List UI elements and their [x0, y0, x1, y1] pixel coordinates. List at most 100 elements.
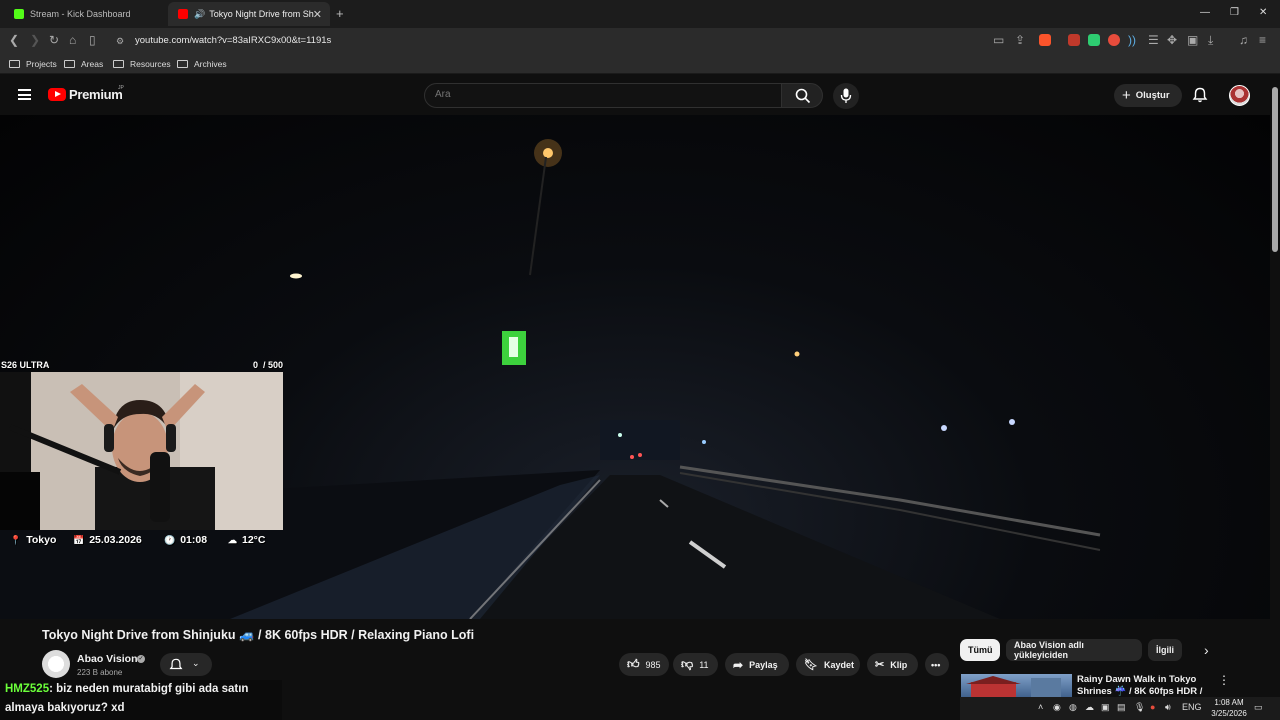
- taskbar-clock[interactable]: 1:08 AM 3/25/2026: [1204, 697, 1254, 719]
- discord-icon[interactable]: ◍: [1069, 702, 1077, 713]
- youtube-icon: [178, 9, 188, 19]
- notifications-bell-icon[interactable]: [1192, 87, 1208, 103]
- calendar-icon: 📅: [73, 534, 85, 545]
- download-icon[interactable]: ⤓: [1208, 33, 1213, 48]
- subscriber-count: 223 B abone: [77, 668, 123, 677]
- recording-icon[interactable]: ●: [1150, 702, 1155, 712]
- tab-title: Tokyo Night Drive from Shinj: [209, 9, 315, 19]
- bookmark-resources[interactable]: Resources: [113, 59, 171, 69]
- capture-icon[interactable]: ▣: [1101, 702, 1110, 713]
- media-icon[interactable]: ♫: [1239, 33, 1248, 47]
- recommended-video-thumbnail[interactable]: [961, 674, 1072, 698]
- more-actions-button[interactable]: •••: [925, 653, 949, 676]
- home-icon[interactable]: ⌂: [69, 33, 76, 47]
- chat-overlay: HMZ525: biz neden muratabigf gibi ada sa…: [0, 680, 282, 720]
- close-tab-icon[interactable]: ✕: [313, 8, 322, 21]
- stream-info-bar: 📍 Tokyo 📅 25.03.2026 🕐 01:08 ☁ 12°C: [0, 533, 284, 549]
- extension-icon[interactable]: [1068, 34, 1080, 46]
- stream-overlay-header: S26 ULTRA 0 / 500: [0, 360, 284, 372]
- page-scrollbar[interactable]: [1270, 75, 1280, 720]
- share-arrow-icon: ➦: [733, 657, 744, 672]
- notification-center-icon[interactable]: ▭: [1254, 702, 1263, 713]
- goal-counter: 0 / 500: [252, 360, 283, 370]
- address-bar[interactable]: youtube.com/watch?v=83aIRXC9x00&t=1191s: [135, 35, 331, 46]
- bookmark-archives[interactable]: Archives: [177, 59, 227, 69]
- weather-info: ☁ 12°C: [228, 534, 266, 546]
- tab-youtube[interactable]: 🔊 Tokyo Night Drive from Shinj ✕: [168, 2, 330, 26]
- clock-icon: 🕐: [164, 534, 176, 545]
- dislike-button[interactable]: 👎︎ 11: [673, 653, 718, 676]
- folder-icon: [113, 60, 124, 68]
- bookmark-icon: 🔖︎: [804, 659, 818, 671]
- close-window-icon[interactable]: ✕: [1259, 7, 1267, 18]
- subscription-notifications-button[interactable]: ⌄: [160, 653, 212, 676]
- site-info-icon[interactable]: ⚙: [116, 36, 124, 47]
- volume-icon[interactable]: 🔊︎: [1165, 702, 1171, 713]
- thumbs-down-icon: 👎︎: [681, 657, 694, 671]
- cast-icon[interactable]: ▭: [993, 33, 1004, 47]
- more-vertical-icon[interactable]: ⋮: [1218, 673, 1230, 687]
- location-info: 📍 Tokyo: [10, 534, 57, 546]
- chevron-right-icon[interactable]: ›: [1204, 642, 1209, 658]
- restore-icon[interactable]: ❐: [1230, 7, 1239, 18]
- speaker-icon: 🔊: [194, 8, 206, 19]
- chip-related[interactable]: İlgili: [1148, 639, 1182, 661]
- youtube-logo-text[interactable]: Premium: [69, 87, 123, 102]
- scrollbar-thumb[interactable]: [1272, 87, 1278, 252]
- extension-icon[interactable]: [1108, 34, 1120, 46]
- microphone-icon: [840, 88, 852, 103]
- chip-all[interactable]: Tümü: [960, 639, 1000, 661]
- share-icon[interactable]: ⇪: [1015, 33, 1025, 47]
- car-label: S26 ULTRA: [1, 360, 50, 370]
- extension-icon[interactable]: [1088, 34, 1100, 46]
- device-icon[interactable]: ▤: [1117, 702, 1126, 713]
- chevron-down-icon: ⌄: [192, 658, 200, 668]
- bell-icon: [169, 658, 183, 670]
- tray-chevron-up-icon[interactable]: ˄: [1038, 702, 1043, 712]
- microphone-tray-icon[interactable]: 🎙︎: [1134, 702, 1145, 713]
- webcam-feed: [0, 372, 283, 530]
- extensions-puzzle-icon[interactable]: ✥: [1167, 33, 1177, 47]
- extension-icon[interactable]: )): [1128, 33, 1136, 47]
- forward-icon[interactable]: ❯: [30, 33, 40, 47]
- brave-shield-icon[interactable]: [1039, 34, 1051, 46]
- minimize-icon[interactable]: —: [1200, 7, 1210, 18]
- youtube-header: Premium JP + Oluştur: [0, 75, 1270, 115]
- language-indicator[interactable]: ENG: [1182, 702, 1202, 712]
- save-button[interactable]: 🔖︎ Kaydet: [796, 653, 860, 676]
- search-button[interactable]: [781, 83, 823, 108]
- back-icon[interactable]: ❮: [9, 33, 19, 47]
- channel-name[interactable]: Abao Vision: [77, 653, 137, 665]
- steam-icon[interactable]: ◉: [1053, 702, 1061, 713]
- channel-avatar[interactable]: [42, 650, 70, 678]
- search-input[interactable]: [435, 89, 765, 100]
- reload-icon[interactable]: ↻: [49, 33, 59, 47]
- menu-icon[interactable]: ≡: [1259, 33, 1266, 47]
- chip-from-uploader[interactable]: Abao Vision adlı yükleyiciden: [1006, 639, 1142, 661]
- voice-search-button[interactable]: [833, 83, 859, 109]
- wallet-icon[interactable]: ▣: [1187, 33, 1198, 47]
- scissors-icon: ✂: [875, 659, 885, 671]
- search-icon: [795, 88, 811, 104]
- youtube-logo-icon[interactable]: [48, 88, 66, 101]
- folder-icon: [9, 60, 20, 68]
- tab-kick-dashboard[interactable]: Stream - Kick Dashboard: [4, 2, 164, 26]
- bookmark-areas[interactable]: Areas: [64, 59, 103, 69]
- cloud-tray-icon[interactable]: ☁: [1085, 702, 1094, 713]
- bookmark-projects[interactable]: Projects: [9, 59, 57, 69]
- thumbs-up-icon: 👍︎: [627, 657, 640, 671]
- new-tab-button[interactable]: +: [336, 6, 344, 21]
- account-avatar[interactable]: [1229, 85, 1250, 106]
- chat-username: HMZ525: [5, 683, 50, 695]
- browser-tab-bar: Stream - Kick Dashboard 🔊 Tokyo Night Dr…: [0, 0, 1280, 28]
- hamburger-menu-icon[interactable]: [18, 89, 31, 100]
- clip-button[interactable]: ✂ Klip: [867, 653, 918, 676]
- create-button[interactable]: + Oluştur: [1114, 84, 1182, 107]
- folder-icon: [64, 60, 75, 68]
- extension-icon[interactable]: ☰: [1148, 33, 1159, 47]
- recommended-video-title[interactable]: Rainy Dawn Walk in Tokyo Shrines ☔ / 8K …: [1077, 674, 1207, 696]
- sidebar-icon[interactable]: ▯: [89, 33, 96, 47]
- share-button[interactable]: ➦ Paylaş: [725, 653, 789, 676]
- like-button[interactable]: 👍︎ 985: [619, 653, 669, 676]
- video-title: Tokyo Night Drive from Shinjuku 🚙 / 8K 6…: [42, 628, 475, 642]
